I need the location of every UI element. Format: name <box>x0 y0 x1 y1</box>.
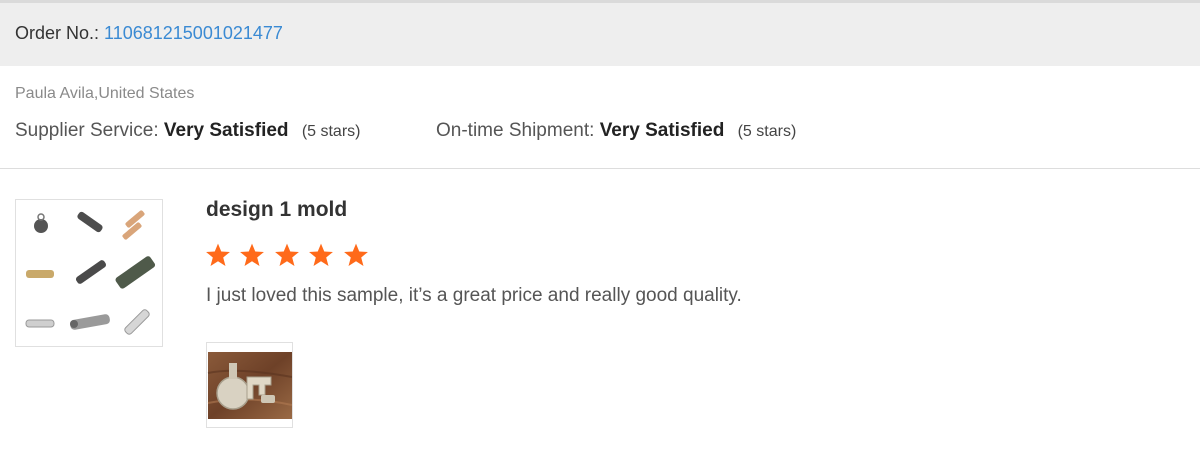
rating-stars-text: (5 stars) <box>301 123 361 140</box>
order-number-link[interactable]: 110681215001021477 <box>104 23 283 43</box>
rating-value: Very Satisfied <box>163 120 289 141</box>
zipper-pulls-image <box>25 210 156 335</box>
buyer-name-location: Paula Avila,United States <box>15 85 195 102</box>
review-photo-thumbnail[interactable] <box>206 342 293 428</box>
rating-value: Very Satisfied <box>599 120 725 141</box>
rating-label: On-time Shipment: <box>436 120 595 141</box>
rating-stars-text: (5 stars) <box>737 123 797 140</box>
ratings-row: Supplier Service: Very Satisfied (5 star… <box>15 120 1185 146</box>
rating-label: Supplier Service: <box>15 120 159 141</box>
star-icon <box>274 243 299 267</box>
order-header-bar: Order No.: 110681215001021477 <box>0 0 1200 66</box>
order-label: Order No.: <box>15 23 100 43</box>
order-number-line: Order No.: 110681215001021477 <box>15 23 283 44</box>
product-title: design 1 mold <box>206 198 348 221</box>
review-star-rating <box>205 242 373 272</box>
rating-supplier-service: Supplier Service: Very Satisfied (5 star… <box>15 120 360 142</box>
review-photo-image <box>207 352 293 419</box>
star-icon <box>343 243 368 267</box>
product-image[interactable] <box>15 199 163 347</box>
star-icon <box>206 243 230 267</box>
star-icon <box>309 243 334 267</box>
review-text: I just loved this sample, it’s a great p… <box>206 285 742 306</box>
star-icon <box>240 243 265 267</box>
rating-ontime-shipment: On-time Shipment: Very Satisfied (5 star… <box>436 120 796 142</box>
section-divider <box>0 168 1200 169</box>
